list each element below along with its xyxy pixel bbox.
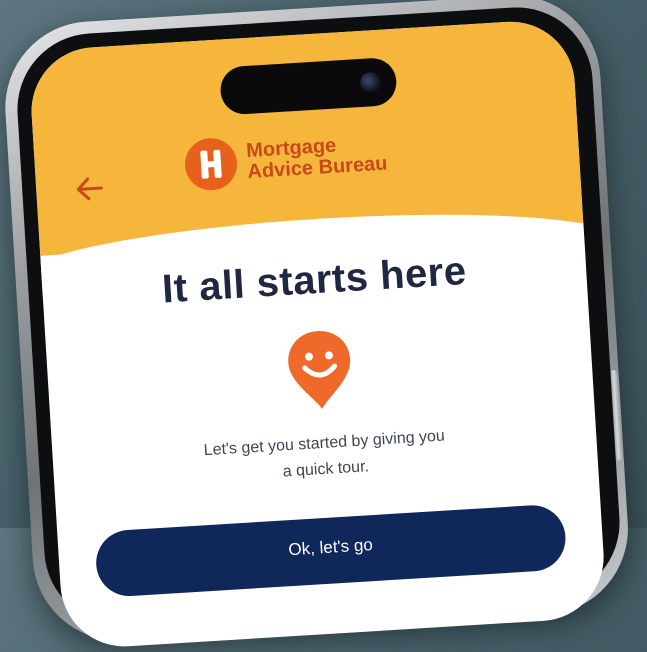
front-camera-icon [359, 71, 381, 93]
start-tour-button[interactable]: Ok, let's go [94, 503, 568, 598]
onboarding-content: It all starts here Let's get you started… [41, 238, 604, 600]
app-screen: Mortgage Advice Bureau It all starts her… [27, 18, 608, 651]
intro-text: Let's get you started by giving you a qu… [114, 418, 536, 496]
back-arrow-svg [76, 177, 103, 201]
mab-h-logo-icon [183, 136, 239, 192]
arrow-left-icon[interactable] [71, 171, 107, 207]
smiley-map-pin-icon [280, 325, 358, 409]
phone-mockup: Mortgage Advice Bureau It all starts her… [0, 0, 636, 651]
brand-name: Mortgage Advice Bureau [246, 133, 388, 183]
